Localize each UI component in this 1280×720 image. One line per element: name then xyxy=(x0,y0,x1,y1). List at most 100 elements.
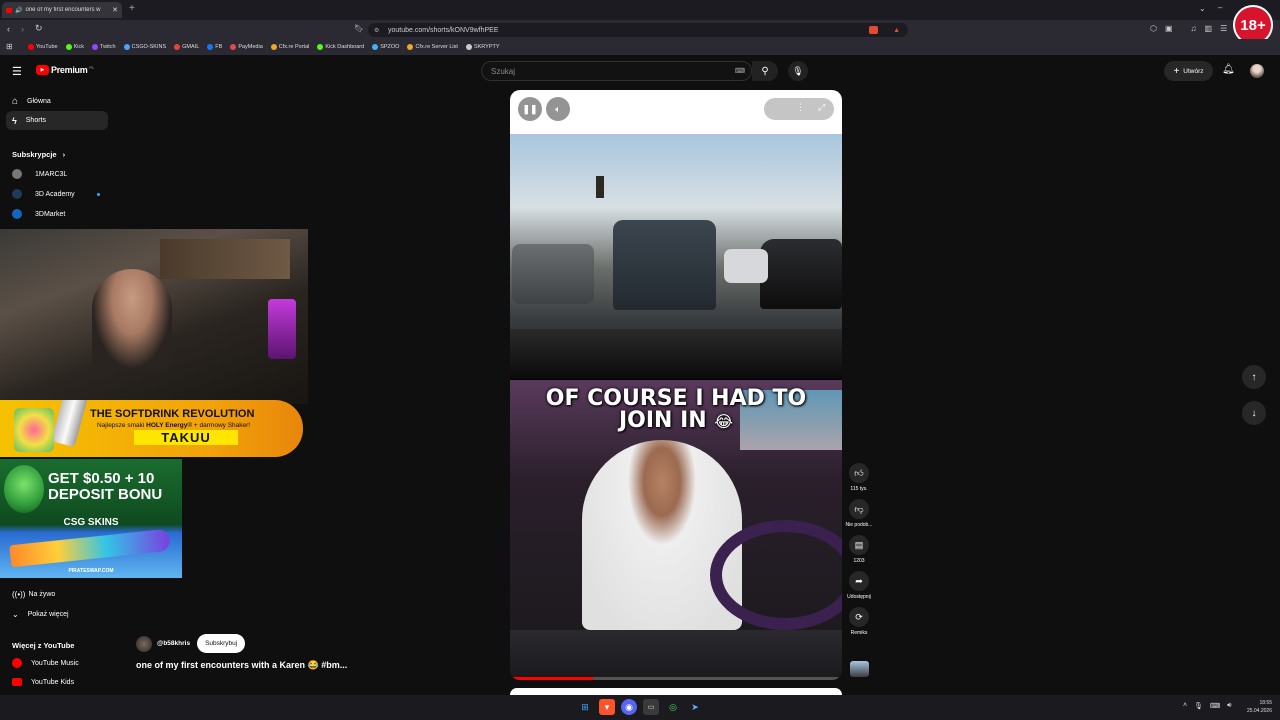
banner-subtitle-post: ® + darmowy Shaker! xyxy=(187,422,251,429)
channel-avatar xyxy=(12,169,22,179)
sidebar-item-live[interactable]: ((•)) Na żywo xyxy=(12,590,55,599)
banner-b-line1: GET $0.50 + 10 xyxy=(48,470,155,487)
bookmark-item[interactable]: Kick Dashboard xyxy=(317,44,364,50)
minimize-icon[interactable]: – xyxy=(1218,3,1222,12)
webcam-overlay xyxy=(0,229,308,404)
caption-line-2: JOIN IN 😂 xyxy=(510,410,842,433)
mascot-icon xyxy=(4,465,44,513)
clock[interactable]: 18:55 25.04.2026 xyxy=(1240,699,1272,715)
previous-short-button[interactable]: ↑ xyxy=(1242,365,1266,389)
sidebar-item-home[interactable]: ⌂ Główna xyxy=(12,96,51,107)
audio-icon[interactable]: 🔊 xyxy=(15,7,22,14)
sidebar-sub-item[interactable]: 3DMarket xyxy=(12,209,65,219)
tab-list-icon[interactable]: ⌄ xyxy=(1199,4,1206,13)
short-title[interactable]: one of my first encounters with a Karen … xyxy=(136,660,347,671)
music-icon[interactable]: ♫ xyxy=(1191,24,1197,33)
sidebar-item-shorts[interactable]: ϟ Shorts xyxy=(6,111,108,130)
next-short-button[interactable]: ↓ xyxy=(1242,401,1266,425)
microphone-tray-icon[interactable]: 🎙︎ xyxy=(1194,702,1203,710)
terminal-icon[interactable]: ▭ xyxy=(643,699,659,715)
shorts-video-player[interactable]: OF COURSE I HAD TO JOIN IN 😂 ❚❚ 🔈︎ ⋮ ⤢ xyxy=(510,90,842,680)
network-icon[interactable]: ⌨ xyxy=(1210,702,1220,710)
bookmark-item[interactable]: Kick xyxy=(65,44,84,50)
bookmark-item[interactable]: FB xyxy=(207,44,222,50)
search-button[interactable]: ⚲ xyxy=(752,61,778,81)
menu-icon[interactable]: ☰ xyxy=(1220,24,1227,33)
bookmark-favicon-icon xyxy=(174,44,181,50)
shield-icon[interactable] xyxy=(869,26,878,34)
sidebar-toggle-icon[interactable]: ▥ xyxy=(1205,24,1213,33)
action-comment-button[interactable]: ▤ 1203 xyxy=(839,535,879,564)
sidebar-item-youtube-music[interactable]: YouTube Music xyxy=(12,658,79,668)
bookmark-item[interactable]: GMAIL xyxy=(174,44,199,50)
channel-name[interactable]: @b58khris xyxy=(157,640,190,647)
sidebar-item-youtube-kids[interactable]: YouTube Kids xyxy=(12,678,74,686)
avatar[interactable] xyxy=(1250,64,1264,78)
brave-browser-icon[interactable]: ▾ xyxy=(599,699,615,715)
action-remix-button[interactable]: ⟳ Remiks xyxy=(839,607,879,636)
subscribe-button[interactable]: Subskrybuj xyxy=(197,634,246,653)
steam-icon[interactable]: ➤ xyxy=(687,699,703,715)
wallet-icon[interactable]: ▣ xyxy=(1165,24,1173,33)
close-tab-icon[interactable]: ✕ xyxy=(112,6,118,14)
hamburger-menu-icon[interactable]: ☰ xyxy=(12,65,22,78)
address-bar[interactable]: ⚙ youtube.com/shorts/kONV9wfhPEE ▲ xyxy=(368,23,908,37)
volume-icon: 🔈︎ xyxy=(555,103,561,114)
shelf xyxy=(160,239,290,279)
forward-icon[interactable]: › xyxy=(21,24,24,34)
bookmark-item[interactable]: Cfx.re Server List xyxy=(407,44,458,50)
channel-avatar[interactable] xyxy=(136,635,152,652)
youtube-logo[interactable]: ▶ Premium PL xyxy=(36,65,94,75)
sponsor-packets-icon xyxy=(14,408,54,452)
sidebar-sub-item[interactable]: 3D Academy xyxy=(12,189,100,199)
bookmark-item[interactable]: SKRYPTY xyxy=(465,44,500,50)
show-more-button[interactable]: ⌄ Pokaż więcej xyxy=(12,610,69,619)
back-icon[interactable]: ‹ xyxy=(7,24,10,34)
channel-row: @b58khris Subskrybuj xyxy=(136,634,246,653)
bookmark-item[interactable]: CSGO-SKINS xyxy=(123,44,166,50)
keyboard-icon[interactable]: ⌨ xyxy=(735,67,745,75)
speaker-icon[interactable]: 🔊︎ xyxy=(1227,702,1231,710)
sidebar-sub-item[interactable]: 1MARC3L xyxy=(12,169,67,179)
discord-icon[interactable]: ◉ xyxy=(621,699,637,715)
pause-button[interactable]: ❚❚ xyxy=(518,97,542,121)
voice-search-button[interactable]: 🎙︎ xyxy=(788,61,808,81)
progress-track[interactable] xyxy=(510,677,842,680)
more-options-icon[interactable]: ⋮ xyxy=(796,102,805,113)
bookmark-item[interactable]: Cfx.re Portal xyxy=(270,44,309,50)
bookmark-item[interactable]: Twitch xyxy=(92,44,116,50)
chrome-like-icon[interactable]: ◎ xyxy=(665,699,681,715)
bookmark-item[interactable]: PayMedia xyxy=(230,44,263,50)
sound-thumbnail[interactable] xyxy=(850,661,869,677)
action-label: 115 tys. xyxy=(850,486,868,492)
bookmark-page-icon[interactable]: 🔖︎ xyxy=(354,24,364,33)
search-input[interactable]: Szukaj ⌨ xyxy=(481,61,752,81)
create-label: Utwórz xyxy=(1183,67,1204,75)
subscriptions-heading[interactable]: Subskrypcje › xyxy=(12,150,65,159)
bookmark-item[interactable]: SPZOO xyxy=(372,44,399,50)
rewards-icon[interactable]: ▲ xyxy=(893,27,900,34)
new-tab-icon[interactable]: + xyxy=(129,3,135,14)
video-dashcam-scene xyxy=(510,134,842,379)
create-button[interactable]: + Utwórz xyxy=(1164,61,1213,81)
apps-grid-icon[interactable]: ⊞ xyxy=(6,42,13,51)
bookmark-label: Twitch xyxy=(100,44,116,50)
extension-icon[interactable]: ⬡ xyxy=(1150,24,1157,33)
bookmark-item[interactable]: YouTube xyxy=(28,44,58,50)
bookmark-favicon-icon xyxy=(372,44,379,50)
action-like-button[interactable]: 👍︎ 115 tys. xyxy=(839,463,879,492)
volume-button[interactable]: 🔈︎ xyxy=(546,97,570,121)
action-dislike-button[interactable]: 👎︎ Nie podob... xyxy=(839,499,879,528)
arrow-up-icon: ↑ xyxy=(1251,371,1257,383)
fullscreen-icon[interactable]: ⤢ xyxy=(818,102,825,113)
site-info-icon[interactable]: ⚙ xyxy=(374,27,379,34)
action-share-button[interactable]: ➦ Udostępnij xyxy=(839,571,879,600)
notifications-bell-icon[interactable]: 🔔︎ xyxy=(1222,64,1235,75)
dislike-icon: 👎︎ xyxy=(849,499,869,519)
browser-tab[interactable]: 🔊 one of my first encounters w ✕ xyxy=(2,2,122,18)
tray-chevron-icon[interactable]: ˄ xyxy=(1183,702,1187,710)
new-content-dot xyxy=(97,192,100,196)
like-icon: 👍︎ xyxy=(849,463,869,483)
windows-start-icon[interactable]: ⊞ xyxy=(577,699,593,715)
reload-icon[interactable]: ↻ xyxy=(35,23,43,34)
